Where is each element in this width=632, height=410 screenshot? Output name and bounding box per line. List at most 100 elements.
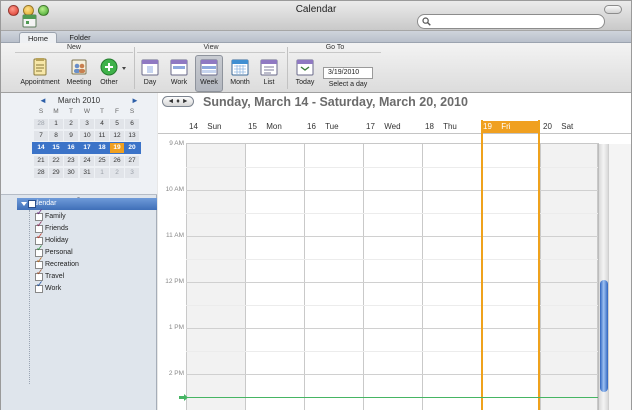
- day-name: Wed: [384, 122, 401, 131]
- mini-day-today[interactable]: 19: [110, 143, 124, 153]
- mini-day[interactable]: 6: [125, 119, 139, 129]
- day-column-sat[interactable]: [540, 144, 598, 410]
- calendar-item-friends[interactable]: ✓ Friends: [35, 219, 145, 235]
- mini-day[interactable]: 11: [95, 131, 109, 141]
- weekday-header: M: [53, 108, 59, 115]
- mini-day[interactable]: 28: [34, 119, 48, 129]
- calendar-item-family[interactable]: ✓ Family: [35, 208, 145, 223]
- mini-day[interactable]: 4: [95, 119, 109, 129]
- day-name: Sun: [207, 122, 222, 131]
- mini-day[interactable]: 26: [110, 156, 124, 166]
- group-title-goto: Go To: [289, 44, 381, 53]
- hour-label: 10 AM: [165, 186, 184, 193]
- calendar-item-label: Travel: [45, 273, 65, 280]
- mini-day[interactable]: 16: [64, 143, 78, 153]
- day-number: 15: [248, 122, 257, 131]
- checkmark-icon: ✓: [36, 267, 44, 277]
- toolbar-toggle-button[interactable]: [604, 5, 622, 14]
- week-view: ◄ ♦ ► Sunday, March 14 - Saturday, March…: [158, 93, 631, 410]
- day-header-tue[interactable]: 16 Tue: [305, 121, 362, 133]
- mini-day[interactable]: 7: [34, 131, 48, 141]
- view-month-button[interactable]: Month: [226, 57, 254, 86]
- work-label: Work: [170, 79, 188, 86]
- chevron-down-icon[interactable]: [122, 67, 126, 70]
- day-header-mon[interactable]: 15 Mon: [246, 121, 303, 133]
- mini-day[interactable]: 1: [95, 168, 109, 178]
- today-column-highlight: [481, 120, 540, 410]
- group-divider: [287, 47, 288, 89]
- search-icon: [422, 17, 431, 26]
- mini-day[interactable]: 8: [49, 131, 63, 141]
- calendar-item-recreation[interactable]: ✓ Recreation: [35, 256, 145, 271]
- mini-day[interactable]: 9: [64, 131, 78, 141]
- day-column-tue[interactable]: [304, 144, 363, 410]
- new-meeting-button[interactable]: Meeting: [65, 57, 93, 86]
- calendar-item-personal[interactable]: ✓ Personal: [35, 244, 145, 259]
- mini-day[interactable]: 20: [125, 143, 139, 153]
- day-header-sat[interactable]: 20 Sat: [541, 121, 598, 133]
- view-day-button[interactable]: Day: [139, 57, 161, 86]
- day-header-sun[interactable]: 14 Sun: [187, 121, 244, 133]
- mini-day[interactable]: 30: [64, 168, 78, 178]
- mini-day[interactable]: 3: [125, 168, 139, 178]
- month-view-icon: [231, 59, 249, 76]
- day-header-thu[interactable]: 18 Thu: [423, 121, 480, 133]
- scrollbar-thumb[interactable]: [600, 280, 608, 392]
- tab-folder[interactable]: Folder: [61, 32, 99, 43]
- checkmark-icon: ✓: [36, 219, 44, 229]
- disclosure-triangle-icon[interactable]: [21, 202, 27, 206]
- mini-day[interactable]: 1: [49, 119, 63, 129]
- mini-day[interactable]: 18: [95, 143, 109, 153]
- mini-day[interactable]: 24: [80, 156, 94, 166]
- mini-day[interactable]: 23: [64, 156, 78, 166]
- mini-day[interactable]: 21: [34, 156, 48, 166]
- calendar-app-icon: [22, 14, 37, 28]
- day-column-wed[interactable]: [363, 144, 422, 410]
- view-week-button[interactable]: Week: [195, 55, 223, 92]
- mini-day[interactable]: 31: [80, 168, 94, 178]
- mini-day[interactable]: 13: [125, 131, 139, 141]
- calendar-item-label: Personal: [45, 249, 73, 256]
- mini-calendar-next-button[interactable]: ►: [131, 96, 139, 105]
- calendar-group-checkbox[interactable]: [28, 200, 36, 208]
- mini-day[interactable]: 17: [80, 143, 94, 153]
- calendar-item-holiday[interactable]: ✓ Holiday: [35, 231, 145, 247]
- mini-day[interactable]: 15: [49, 143, 63, 153]
- mini-day[interactable]: 2: [110, 168, 124, 178]
- checkmark-icon: ✓: [36, 231, 44, 241]
- go-to-date-field[interactable]: 3/19/2010: [323, 67, 373, 79]
- mini-day[interactable]: 29: [49, 168, 63, 178]
- mini-day[interactable]: 10: [80, 131, 94, 141]
- vertical-scrollbar[interactable]: [598, 144, 608, 410]
- mini-day[interactable]: 12: [110, 131, 124, 141]
- weekday-header: W: [83, 108, 91, 115]
- week-view-icon: [200, 59, 218, 76]
- day-header-wed[interactable]: 17 Wed: [364, 121, 421, 133]
- mini-day[interactable]: 3: [80, 119, 94, 129]
- new-appointment-button[interactable]: Appointment: [20, 57, 60, 86]
- calendar-item-travel[interactable]: ✓ Travel: [35, 267, 145, 283]
- mini-day[interactable]: 25: [95, 156, 109, 166]
- view-work-week-button[interactable]: Work: [167, 57, 191, 86]
- day-view-icon: [141, 59, 159, 76]
- search-field[interactable]: [417, 14, 605, 29]
- go-to-today-button[interactable]: Today: [293, 57, 317, 86]
- list-view-icon: [260, 59, 278, 76]
- tab-home[interactable]: Home: [19, 32, 57, 43]
- mini-day[interactable]: 5: [110, 119, 124, 129]
- mini-day[interactable]: 14: [34, 143, 48, 153]
- mini-day[interactable]: 2: [64, 119, 78, 129]
- day-column-sun[interactable]: [186, 144, 245, 410]
- current-time-arrow-icon: [179, 394, 188, 401]
- group-title-view: View: [137, 44, 285, 53]
- view-list-button[interactable]: List: [258, 57, 280, 86]
- day-column-thu[interactable]: [422, 144, 481, 410]
- mini-day[interactable]: 27: [125, 156, 139, 166]
- calendar-item-work[interactable]: ✓ Work: [35, 280, 145, 295]
- mini-day[interactable]: 22: [49, 156, 63, 166]
- date-range-navigator[interactable]: ◄ ♦ ►: [162, 96, 194, 107]
- mini-day[interactable]: 28: [34, 168, 48, 178]
- hour-label: 11 AM: [166, 232, 184, 239]
- day-column-mon[interactable]: [245, 144, 304, 410]
- new-other-button[interactable]: Other: [96, 57, 122, 86]
